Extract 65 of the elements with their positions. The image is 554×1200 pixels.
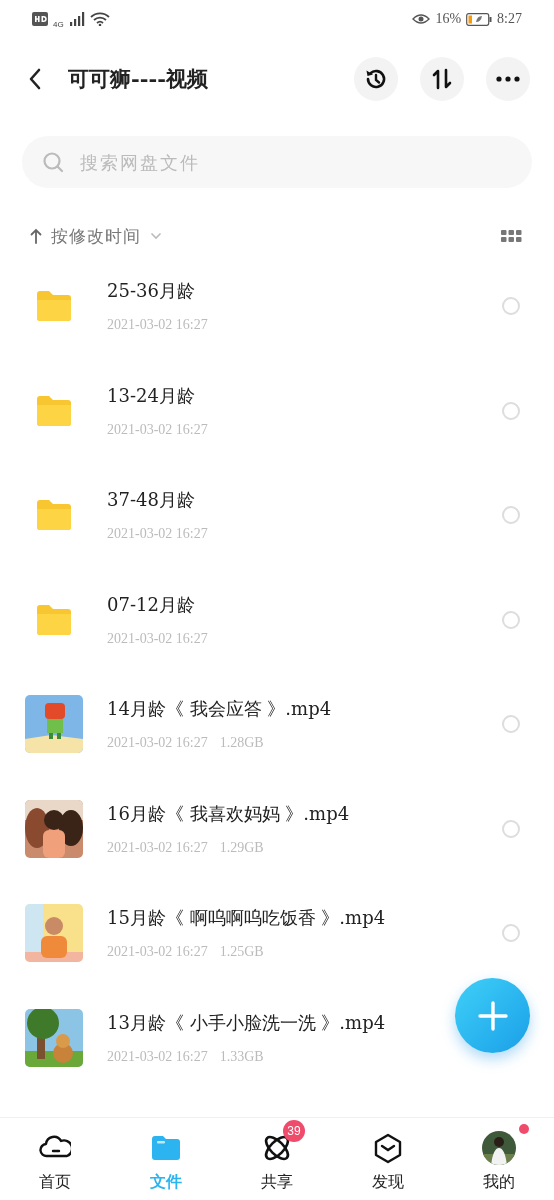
caret-icon <box>150 232 162 240</box>
eye-icon <box>412 13 431 25</box>
signal-icon <box>68 12 85 26</box>
plus-icon <box>477 1000 508 1031</box>
folder-icon <box>37 395 71 426</box>
wifi-icon <box>89 12 110 26</box>
file-size: 1.29GB <box>219 839 264 856</box>
file-size: 1.25GB <box>219 944 264 961</box>
file-row[interactable]: 25-36月龄 2021-03-02 16:27 <box>0 254 554 359</box>
file-date: 2021-03-02 16:27 <box>107 735 208 752</box>
select-radio[interactable] <box>502 819 520 838</box>
battery-percent: 16% <box>435 11 462 27</box>
file-row[interactable]: 15月龄《 啊呜啊呜吃饭香 》.mp4 2021-03-02 16:27 1.25GB <box>0 881 554 986</box>
grid-view-icon[interactable] <box>501 230 522 242</box>
transfer-button[interactable] <box>420 57 464 101</box>
file-name: 14月龄《 我会应答 》.mp4 <box>107 697 332 722</box>
file-name: 16月龄《 我喜欢妈妈 》.mp4 <box>107 801 350 826</box>
file-name: 15月龄《 啊呜啊呜吃饭香 》.mp4 <box>107 906 386 931</box>
select-radio[interactable] <box>502 506 520 525</box>
clock-time: 8:27 <box>497 11 522 27</box>
file-date: 2021-03-02 16:27 <box>107 1048 208 1065</box>
battery-icon <box>466 12 493 26</box>
network-label: 4G <box>53 19 64 29</box>
folder-icon <box>37 500 71 531</box>
file-name: 25-36月龄 <box>107 279 195 304</box>
arrow-up-icon <box>30 228 42 244</box>
file-size: 1.33GB <box>219 1048 264 1065</box>
file-size: 1.28GB <box>219 735 264 752</box>
nav-tab[interactable]: 发现 <box>332 1118 444 1200</box>
history-button[interactable] <box>354 57 398 101</box>
select-radio[interactable] <box>502 610 520 629</box>
file-row[interactable]: 16月龄《 我喜欢妈妈 》.mp4 2021-03-02 16:27 1.29GB <box>0 776 554 881</box>
nav-tab[interactable]: 我的 <box>443 1118 554 1200</box>
file-row[interactable]: 07-12月龄 2021-03-02 16:27 <box>0 567 554 672</box>
file-row[interactable]: 13-24月龄 2021-03-02 16:27 <box>0 358 554 463</box>
file-row[interactable]: 14月龄《 我会应答 》.mp4 2021-03-02 16:27 1.28GB <box>0 672 554 777</box>
file-date: 2021-03-02 16:27 <box>107 839 208 856</box>
select-radio[interactable] <box>502 715 520 734</box>
back-icon[interactable] <box>28 68 42 90</box>
file-date: 2021-03-02 16:27 <box>107 421 208 438</box>
nav-tab[interactable]: 39 共享 <box>221 1118 333 1200</box>
more-button[interactable] <box>486 57 530 101</box>
count-badge: 39 <box>283 1120 305 1142</box>
add-button[interactable] <box>455 978 530 1053</box>
select-radio[interactable] <box>502 401 520 420</box>
file-name: 13-24月龄 <box>107 383 195 408</box>
file-name: 07-12月龄 <box>107 592 195 617</box>
sort-button[interactable]: 按修改时间 <box>30 224 162 248</box>
folder-icon <box>37 291 71 322</box>
hd-icon <box>32 12 48 26</box>
page-title: 可可狮----视频 <box>68 65 209 93</box>
file-row[interactable]: 37-48月龄 2021-03-02 16:27 <box>0 463 554 568</box>
folder-icon <box>37 604 71 635</box>
select-radio[interactable] <box>502 924 520 943</box>
transfer-icon <box>431 68 453 90</box>
file-date: 2021-03-02 16:27 <box>107 630 208 647</box>
file-name: 37-48月龄 <box>107 488 195 513</box>
select-radio[interactable] <box>502 297 520 316</box>
file-name: 13月龄《 小手小脸洗一洗 》.mp4 <box>107 1010 386 1035</box>
file-date: 2021-03-02 16:27 <box>107 526 208 543</box>
search-field[interactable]: 搜索网盘文件 <box>22 136 532 188</box>
nav-tab[interactable]: 首页 <box>0 1118 111 1200</box>
more-icon <box>496 76 520 82</box>
file-date: 2021-03-02 16:27 <box>107 944 208 961</box>
file-date: 2021-03-02 16:27 <box>107 317 208 334</box>
